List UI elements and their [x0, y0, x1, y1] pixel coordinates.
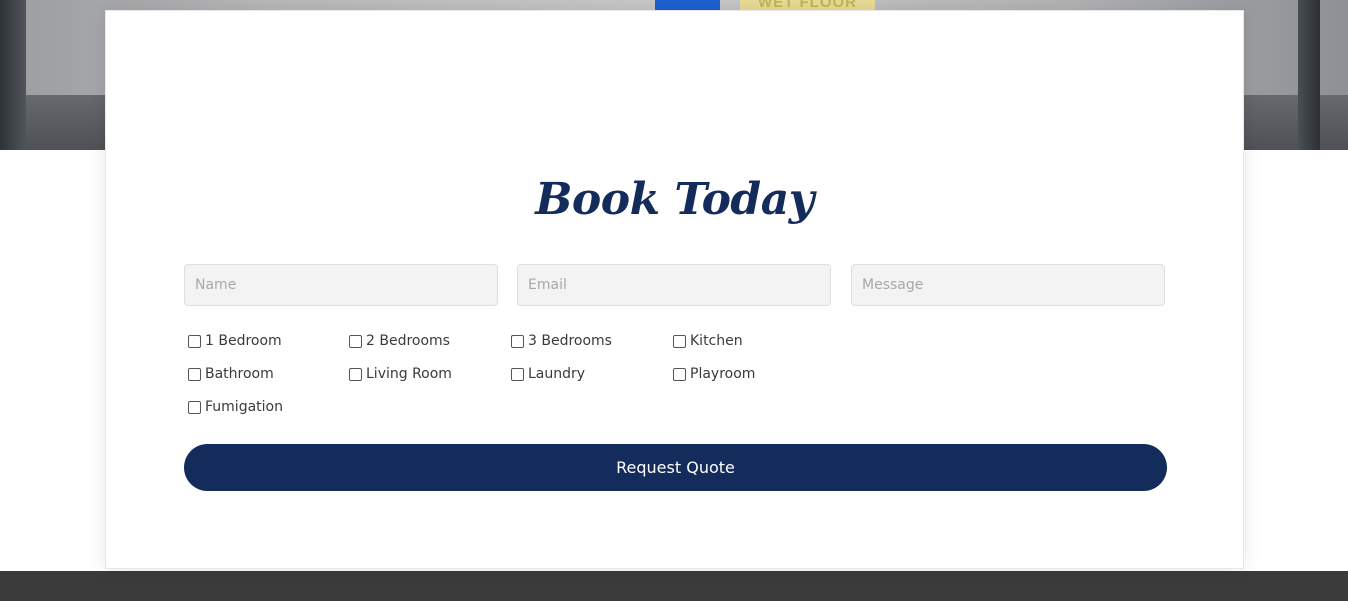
- option-label: Laundry: [528, 366, 586, 382]
- option-label: 3 Bedrooms: [528, 333, 612, 349]
- checkbox-living-room[interactable]: [349, 367, 362, 381]
- footer-band: [0, 571, 1348, 601]
- message-field[interactable]: [851, 264, 1165, 306]
- option-label: 1 Bedroom: [205, 333, 282, 349]
- option-label: Playroom: [690, 366, 756, 382]
- option-1-bedroom[interactable]: 1 Bedroom: [188, 333, 282, 349]
- option-label: 2 Bedrooms: [366, 333, 450, 349]
- checkbox-laundry[interactable]: [511, 367, 524, 381]
- checkbox-kitchen[interactable]: [673, 334, 686, 348]
- option-kitchen[interactable]: Kitchen: [673, 333, 743, 349]
- option-3-bedrooms[interactable]: 3 Bedrooms: [511, 333, 612, 349]
- option-label: Fumigation: [205, 399, 283, 415]
- hero-post-left: [0, 0, 26, 150]
- checkbox-1-bedroom[interactable]: [188, 334, 201, 348]
- checkbox-bathroom[interactable]: [188, 367, 201, 381]
- option-bathroom[interactable]: Bathroom: [188, 366, 274, 382]
- checkbox-3-bedrooms[interactable]: [511, 334, 524, 348]
- request-quote-button[interactable]: Request Quote: [184, 444, 1167, 491]
- checkbox-2-bedrooms[interactable]: [349, 334, 362, 348]
- booking-card: Book Today 1 Bedroom 2 Bedrooms 3 Bedroo…: [105, 10, 1244, 569]
- booking-title: Book Today: [535, 174, 814, 225]
- checkbox-fumigation[interactable]: [188, 400, 201, 414]
- hero-post-right: [1298, 0, 1320, 150]
- option-2-bedrooms[interactable]: 2 Bedrooms: [349, 333, 450, 349]
- email-field[interactable]: [517, 264, 831, 306]
- option-fumigation[interactable]: Fumigation: [188, 399, 283, 415]
- option-label: Living Room: [366, 366, 452, 382]
- option-label: Bathroom: [205, 366, 274, 382]
- checkbox-playroom[interactable]: [673, 367, 686, 381]
- option-laundry[interactable]: Laundry: [511, 366, 585, 382]
- option-label: Kitchen: [690, 333, 743, 349]
- name-field[interactable]: [184, 264, 498, 306]
- option-living-room[interactable]: Living Room: [349, 366, 452, 382]
- option-playroom[interactable]: Playroom: [673, 366, 755, 382]
